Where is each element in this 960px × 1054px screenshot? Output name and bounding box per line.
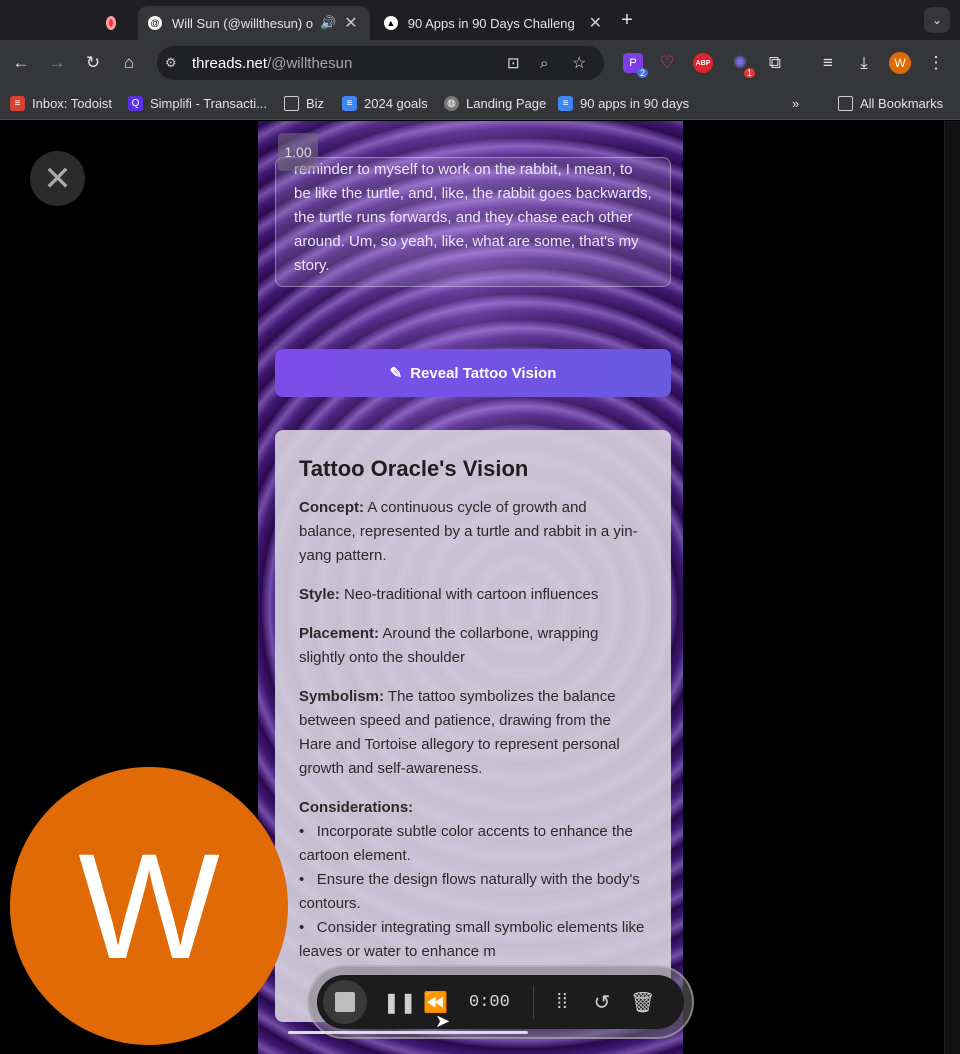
zoom-icon[interactable]: ⌕ <box>540 55 548 72</box>
recording-controls: ❚❚ ⏪ 0:00 ⁞⁞ ↺ 🗑 <box>307 965 694 1039</box>
style-paragraph: Style: Neo-traditional with cartoon infl… <box>299 586 599 603</box>
recording-timer: 0:00 <box>469 992 510 1012</box>
video-frame: 1.00 reminder to myself to work on the r… <box>258 121 683 1054</box>
video-progress-bar[interactable] <box>288 1031 528 1034</box>
tab-90-apps[interactable]: ▲ 90 Apps in 90 Days Challeng ✕ <box>374 6 612 40</box>
install-app-icon[interactable]: ⊡ <box>507 54 520 72</box>
url-host: threads.net <box>192 54 268 72</box>
restart-icon[interactable]: ↺ <box>590 990 614 1015</box>
stop-icon <box>335 992 355 1012</box>
bookmark-star-icon[interactable]: ☆ <box>572 53 586 73</box>
playback-speed-badge[interactable]: 1.00 <box>278 133 318 171</box>
extension-flower-icon[interactable]: ✺ 1 <box>727 50 755 78</box>
transcript-text: reminder to myself to work on the rabbit… <box>294 161 652 274</box>
extension-purple-icon[interactable]: P 2 <box>620 50 648 78</box>
address-bar[interactable]: ⚙ threads.net/@willthesun ⊡ ⌕ ☆ <box>157 46 604 80</box>
pause-icon[interactable]: ❚❚ <box>383 990 417 1015</box>
bookmark-90-apps[interactable]: ≡ 90 apps in 90 days <box>558 93 689 113</box>
back-icon[interactable]: ← <box>8 50 34 76</box>
close-tab-icon[interactable]: ✕ <box>589 13 602 33</box>
speaker-icon[interactable]: 🔊 <box>320 15 336 31</box>
divider <box>533 985 534 1019</box>
tab-recording[interactable] <box>96 6 136 40</box>
list-item: • Incorporate subtle color accents to en… <box>299 823 633 864</box>
globe-icon: ◍ <box>444 95 459 111</box>
concept-paragraph: Concept: A continuous cycle of growth an… <box>299 499 638 564</box>
grid-dots-icon[interactable]: ⁞⁞ <box>550 991 574 1014</box>
bookmarks-bar: ≡ Inbox: Todoist Q Simplifi - Transacti...… <box>0 86 960 120</box>
trash-icon[interactable]: 🗑 <box>630 990 655 1015</box>
profile-avatar[interactable]: W <box>887 50 913 76</box>
stop-recording-button[interactable] <box>323 980 367 1024</box>
threads-icon: @ <box>148 16 162 30</box>
bookmark-landing-page[interactable]: ◍ Landing Page <box>444 93 546 113</box>
list-item: • Consider integrating small symbolic el… <box>299 919 645 960</box>
todoist-icon: ≡ <box>10 95 25 111</box>
media-queue-icon[interactable]: ≡ <box>815 50 841 76</box>
menu-kebab-icon[interactable]: ⋮ <box>923 50 949 76</box>
tab-strip: @ Will Sun (@willthesun) on 🔊 ✕ ▲ 90 App… <box>0 0 960 40</box>
adblock-icon[interactable]: ABP <box>690 50 716 76</box>
download-icon[interactable]: ⤓ <box>851 50 877 76</box>
tattoo-vision-card: Tattoo Oracle's Vision Concept: A contin… <box>275 430 671 1022</box>
recording-icon <box>106 16 116 30</box>
all-bookmarks-folder[interactable]: All Bookmarks <box>838 93 943 113</box>
bookmark-simplifi[interactable]: Q Simplifi - Transacti... <box>128 93 267 113</box>
webcam-avatar: W <box>10 767 288 1045</box>
forward-icon[interactable]: → <box>44 50 70 76</box>
page-scrollbar[interactable] <box>944 121 960 1054</box>
docs-icon: ≡ <box>558 95 573 111</box>
new-tab-icon[interactable]: + <box>614 7 640 33</box>
placement-paragraph: Placement: Around the collarbone, wrappi… <box>299 625 599 666</box>
close-tab-icon[interactable]: ✕ <box>344 13 357 33</box>
extensions-puzzle-icon[interactable]: ⧉ <box>762 50 788 76</box>
pocket-icon[interactable]: ♡ <box>654 50 680 76</box>
bookmarks-overflow-icon[interactable]: » <box>792 93 799 113</box>
docs-icon: ≡ <box>342 95 357 111</box>
reload-icon[interactable]: ↻ <box>80 50 106 76</box>
triangle-icon: ▲ <box>384 16 398 30</box>
transcript-box: reminder to myself to work on the rabbit… <box>275 157 671 287</box>
symbolism-paragraph: Symbolism: The tattoo symbolizes the bal… <box>299 688 620 777</box>
considerations-heading: Considerations: <box>299 799 414 816</box>
url-path: /@willthesun <box>267 54 353 72</box>
folder-icon <box>838 95 853 111</box>
tab-threads[interactable]: @ Will Sun (@willthesun) on 🔊 ✕ <box>138 6 370 40</box>
mouse-cursor-icon: ➤ <box>435 1011 451 1031</box>
vision-title: Tattoo Oracle's Vision <box>299 456 529 481</box>
list-item: • Ensure the design flows naturally with… <box>299 871 640 912</box>
reveal-tattoo-vision-button[interactable]: ✎ Reveal Tattoo Vision <box>275 349 671 397</box>
tab-search-chevron-icon[interactable]: ⌄ <box>924 7 950 33</box>
magic-wand-icon: ✎ <box>389 365 403 382</box>
bookmark-folder-biz[interactable]: Biz <box>284 93 324 113</box>
site-settings-icon[interactable]: ⚙ <box>165 55 177 71</box>
bookmark-todoist[interactable]: ≡ Inbox: Todoist <box>10 93 112 113</box>
simplifi-icon: Q <box>128 95 143 111</box>
home-icon[interactable]: ⌂ <box>116 50 142 76</box>
close-icon[interactable]: ✕ <box>30 151 85 206</box>
bookmark-2024-goals[interactable]: ≡ 2024 goals <box>342 93 428 113</box>
folder-icon <box>284 95 299 111</box>
